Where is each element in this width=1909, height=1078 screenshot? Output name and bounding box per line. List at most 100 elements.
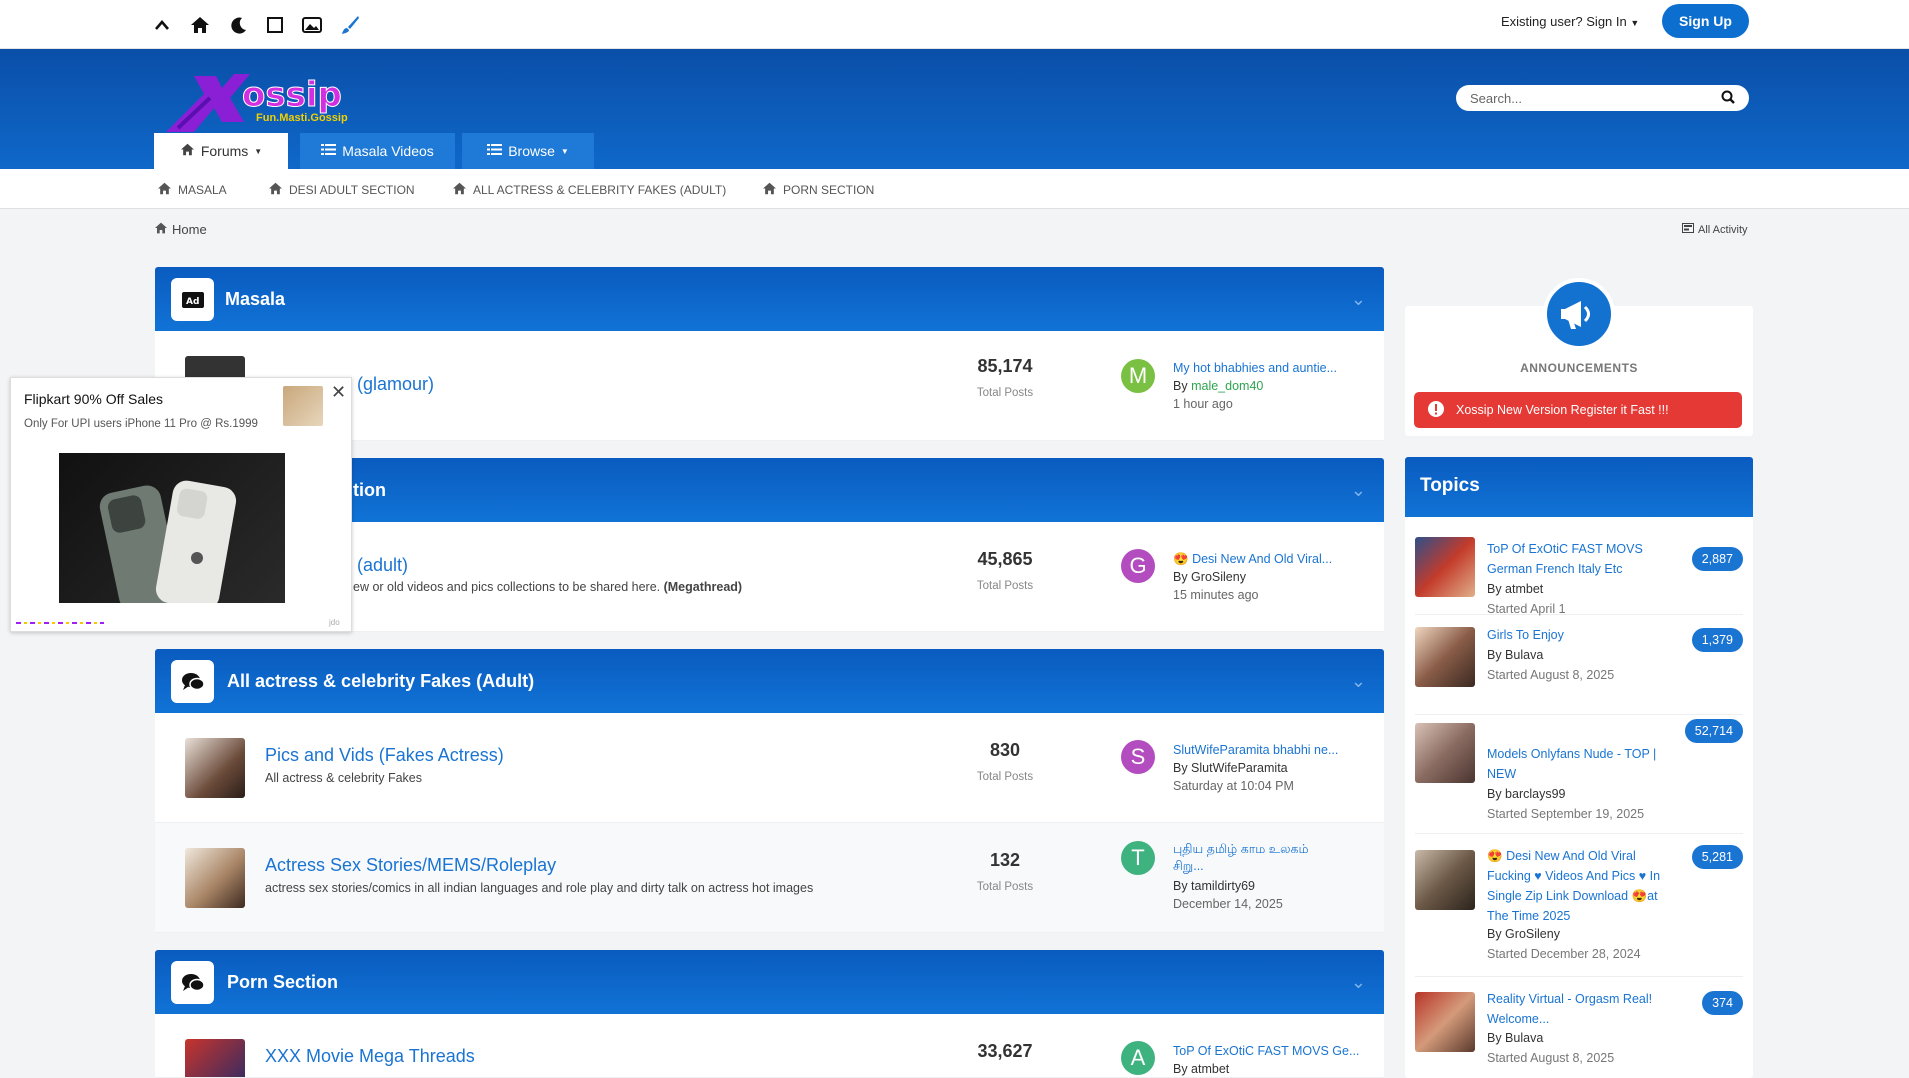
topic-thumbnail [1415,627,1475,687]
forum-row[interactable]: XXX Movie Mega Threads 33,627 A ToP Of E… [155,1014,1384,1078]
search-field[interactable]: Search... [1456,85,1749,111]
topic-title-line: Reality Virtual - Orgasm Real! [1487,992,1653,1006]
tab-forums[interactable]: Forums ▼ [154,133,288,169]
forum-description: ew or old videos and pics collections to… [353,580,742,594]
forum-title[interactable]: XXX Movie Mega Threads [265,1046,475,1067]
last-post-by[interactable]: By SlutWifeParamita [1173,761,1288,775]
image-icon[interactable] [301,14,323,36]
chevron-down-icon[interactable]: ⌄ [1351,289,1366,310]
topic-title[interactable]: 😍 Desi New And Old Viral Fucking ♥ Videos… [1487,846,1677,926]
subnav-item-desi-adult[interactable]: Desi Adult Section [268,182,415,198]
chevron-down-icon[interactable]: ⌄ [1351,480,1366,501]
post-count-label: Total Posts [976,881,1034,893]
category-header-fakes[interactable]: All actress & celebrity Fakes (Adult) ⌄ [155,649,1384,713]
square-icon[interactable] [264,14,286,36]
forum-row[interactable]: Pics and Vids (Fakes Actress) All actres… [155,713,1384,823]
last-post-by[interactable]: By GroSileny [1173,570,1246,584]
topic-author[interactable]: By atmbet [1487,582,1543,596]
ad-title[interactable]: Flipkart 90% Off Sales [24,391,163,407]
chevron-down-icon[interactable]: ⌄ [1351,972,1366,993]
avatar[interactable]: M [1121,359,1155,393]
forum-title[interactable]: Actress Sex Stories/MEMS/Roleplay [265,855,556,876]
topic-title[interactable]: ToP Of ExOtiC FAST MOVS German French Ita… [1487,539,1677,579]
search-input[interactable]: Search... [1470,91,1522,106]
avatar[interactable]: S [1121,740,1155,774]
topic-author[interactable]: By Bulava [1487,648,1543,662]
topic-author[interactable]: By Bulava [1487,1031,1543,1045]
all-activity-label: All Activity [1698,223,1748,236]
reply-count-badge: 1,379 [1691,628,1743,652]
last-post-by[interactable]: By atmbet [1173,1062,1229,1076]
tab-label: Browse [508,143,555,159]
sign-in-link[interactable]: Existing user? Sign In ▼ [1501,14,1639,29]
home-icon [452,182,467,198]
topic-title[interactable]: Girls To Enjoy [1487,625,1677,645]
all-activity-link[interactable]: All Activity [1682,223,1748,236]
topics-panel: Topics ToP Of ExOtiC FAST MOVS German Fre… [1405,457,1753,1078]
sign-in-label: Existing user? Sign In [1501,14,1627,29]
chevron-down-icon[interactable]: ⌄ [1351,671,1366,692]
topic-author[interactable]: By GroSileny [1487,927,1560,941]
topic-title-line: at [1647,889,1658,903]
avatar[interactable]: T [1121,841,1155,875]
tab-masala-videos[interactable]: Masala Videos [300,133,455,169]
last-post-title[interactable]: My hot bhabhies and auntie... [1173,361,1373,375]
last-post-title[interactable]: ToP Of ExOtiC FAST MOVS Ge... [1173,1044,1373,1058]
search-icon[interactable] [1721,90,1735,107]
subnav-item-porn[interactable]: Porn Section [762,182,874,198]
subnav-label: Desi Adult Section [289,183,415,197]
last-post-by[interactable]: By tamildirty69 [1173,879,1255,893]
announcements-label: ANNOUNCEMENTS [1520,361,1638,375]
topic-item[interactable]: Girls To Enjoy By Bulava Started August … [1415,627,1743,715]
topic-title[interactable]: Models Onlyfans Nude - TOP | NEW [1487,744,1677,784]
ad-icon: Ad [171,278,214,321]
topic-item[interactable]: 😍 Desi New And Old Viral Fucking ♥ Videos… [1415,845,1743,977]
post-count-label: Total Posts [976,387,1034,399]
breadcrumb-home[interactable]: Home [172,222,207,237]
topic-item[interactable]: Reality Virtual - Orgasm Real! Welcome...… [1415,989,1743,1078]
forum-title[interactable]: Pics and Vids (Fakes Actress) [265,745,504,766]
home-icon[interactable] [189,14,211,36]
announcements-panel: ANNOUNCEMENTS Xossip New Version Registe… [1405,278,1753,436]
sign-up-button[interactable]: Sign Up [1662,4,1749,38]
topic-title-line: Fucking ♥ Videos And Pics ♥ In [1487,869,1661,883]
chevron-up-icon[interactable] [151,14,173,36]
post-count: 33,627 [977,1041,1033,1061]
category-title: Masala [225,289,286,309]
breadcrumb[interactable]: Home [154,222,207,237]
moon-icon[interactable] [228,14,250,36]
topic-item[interactable]: ToP Of ExOtiC FAST MOVS German French Ita… [1415,527,1743,616]
category-header-porn[interactable]: Porn Section ⌄ [155,950,1384,1014]
paintbrush-icon[interactable] [339,14,361,36]
forum-title[interactable]: (adult) [357,555,408,576]
last-post-title[interactable]: புதிய தமிழ் காம உலகம் சிறு... [1173,841,1373,875]
forum-thumbnail [185,848,245,908]
subnav-item-masala[interactable]: Masala [157,182,227,198]
emoji-icon: 😍 [1631,889,1648,903]
topic-started: Started August 8, 2025 [1487,1051,1615,1065]
site-logo[interactable]: ossip Fun.Masti.Gossip [164,66,394,134]
emoji-icon: 😍 [1173,552,1189,566]
ad-image[interactable] [59,453,285,603]
category-title: All actress & celebrity Fakes (Adult) [227,671,535,691]
tab-label: Masala Videos [342,143,434,159]
category-header-masala[interactable]: Ad Masala ⌄ [155,267,1384,331]
topic-author[interactable]: By barclays99 [1487,787,1566,801]
topic-thumbnail [1415,537,1475,597]
subnav-item-fakes[interactable]: All Actress & Celebrity Fakes (Adult) [452,182,726,198]
last-post-author[interactable]: male_dom40 [1191,379,1263,393]
avatar[interactable]: G [1121,549,1155,583]
forum-row[interactable]: Actress Sex Stories/MEMS/Roleplay actres… [155,823,1384,933]
subnav-label: All Actress & Celebrity Fakes (Adult) [473,183,727,197]
last-post-title[interactable]: 😍 Desi New And Old Viral... [1173,552,1373,567]
topic-title[interactable]: Reality Virtual - Orgasm Real! Welcome... [1487,989,1677,1029]
announcement-item[interactable]: Xossip New Version Register it Fast !!! [1414,392,1742,428]
close-icon[interactable]: ✕ [331,382,346,403]
tab-browse[interactable]: Browse ▼ [462,133,594,169]
forum-title[interactable]: (glamour) [357,374,434,395]
category-title: tion [353,480,386,500]
topic-item[interactable]: Models Onlyfans Nude - TOP | NEW By barcl… [1415,719,1743,834]
popup-advertisement[interactable]: Flipkart 90% Off Sales Only For UPI user… [10,377,352,632]
last-post-title[interactable]: SlutWifeParamita bhabhi ne... [1173,743,1373,757]
avatar[interactable]: A [1121,1041,1155,1075]
